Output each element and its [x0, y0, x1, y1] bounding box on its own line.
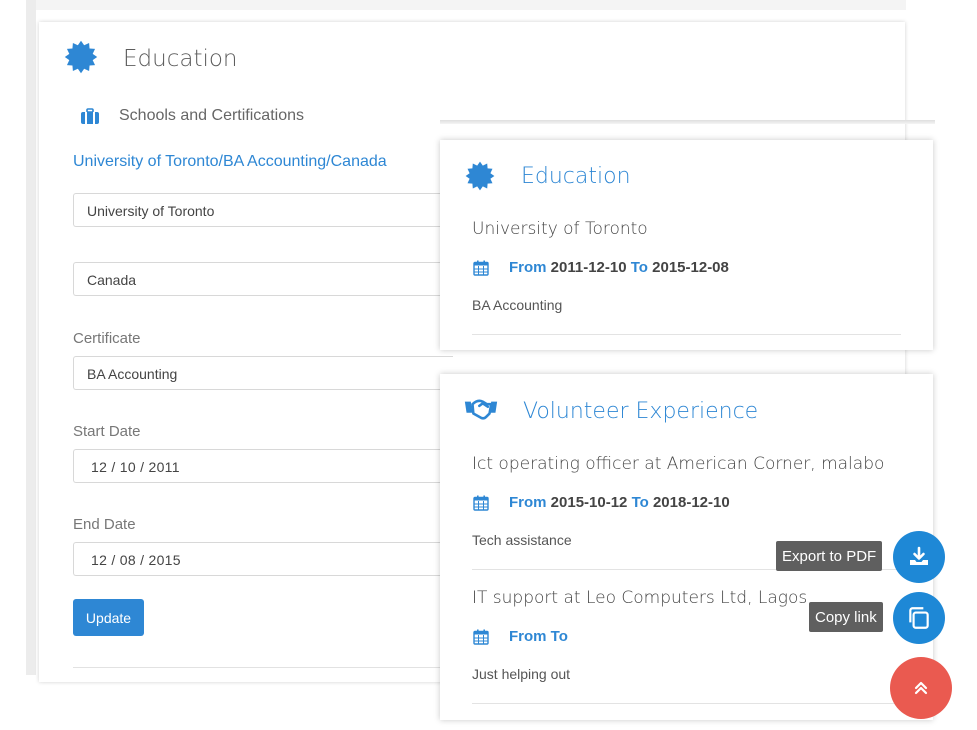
divider — [472, 703, 901, 704]
calendar-icon — [473, 260, 489, 276]
calendar-icon — [473, 495, 489, 511]
from-label: From — [509, 259, 547, 276]
education-item-title: University of Toronto — [472, 219, 648, 239]
download-icon — [910, 546, 928, 565]
education-entry-link[interactable]: University of Toronto/BA Accounting/Cana… — [73, 153, 387, 171]
certificate-label: Certificate — [73, 330, 141, 347]
card-shadow — [440, 120, 935, 124]
to-label: To — [631, 494, 649, 511]
double-chevron-up-icon — [914, 681, 928, 695]
export-pdf-tooltip: Export to PDF — [776, 541, 883, 571]
certificate-badge-icon — [64, 40, 98, 74]
to-label: To — [550, 628, 568, 645]
preview-education-title: Education — [521, 163, 631, 189]
preview-education-header: Education — [464, 160, 631, 192]
divider — [472, 334, 901, 335]
volunteer-item-title: Ict operating officer at American Corner… — [472, 454, 885, 474]
start-date-input[interactable]: 12 / 10 / 2011 — [73, 449, 453, 483]
divider — [73, 667, 453, 668]
country-input[interactable]: Canada — [73, 262, 453, 296]
education-preview-card: Education University of Toronto From 201… — [440, 140, 933, 350]
copy-icon — [909, 607, 929, 629]
from-label: From — [509, 494, 547, 511]
page-edge — [26, 0, 36, 675]
volunteer-item-dates: From To — [473, 628, 568, 645]
update-button[interactable]: Update — [73, 599, 144, 636]
editor-title: Education — [123, 46, 238, 72]
preview-volunteer-title: Volunteer Experience — [523, 398, 759, 424]
volunteer-item-description: Just helping out — [472, 666, 571, 682]
volunteer-item-description: Tech assistance — [472, 532, 572, 548]
handshake-icon — [464, 399, 498, 420]
certificate-badge-icon — [465, 161, 495, 191]
export-pdf-button[interactable] — [893, 531, 945, 583]
end-date-input[interactable]: 12 / 08 / 2015 — [73, 542, 453, 576]
calendar-icon — [473, 629, 489, 645]
certificate-input[interactable]: BA Accounting — [73, 356, 453, 390]
from-label: From — [509, 628, 547, 645]
section-subtitle: Schools and Certifications — [81, 107, 304, 125]
from-date: 2015-10-12 — [550, 494, 628, 511]
education-item-description: BA Accounting — [472, 297, 563, 313]
to-date: 2015-12-08 — [652, 259, 729, 276]
briefcase-icon — [81, 108, 99, 124]
scroll-to-top-button[interactable] — [890, 657, 952, 719]
editor-header: Education — [63, 39, 238, 75]
from-date: 2011-12-10 — [550, 259, 627, 276]
start-date-label: Start Date — [73, 423, 141, 440]
copy-link-tooltip: Copy link — [809, 602, 883, 632]
top-strip — [36, 0, 906, 10]
to-date: 2018-12-10 — [652, 494, 730, 511]
end-date-label: End Date — [73, 516, 136, 533]
school-input[interactable]: University of Toronto — [73, 193, 453, 227]
to-label: To — [630, 259, 648, 276]
preview-volunteer-header: Volunteer Experience — [464, 396, 758, 426]
volunteer-item-dates: From 2015-10-12 To 2018-12-10 — [473, 494, 730, 511]
subtitle-label: Schools and Certifications — [119, 107, 304, 124]
education-item-dates: From 2011-12-10 To 2015-12-08 — [473, 259, 729, 276]
copy-link-button[interactable] — [893, 592, 945, 644]
volunteer-item-title: IT support at Leo Computers Ltd, Lagos — [472, 588, 808, 608]
